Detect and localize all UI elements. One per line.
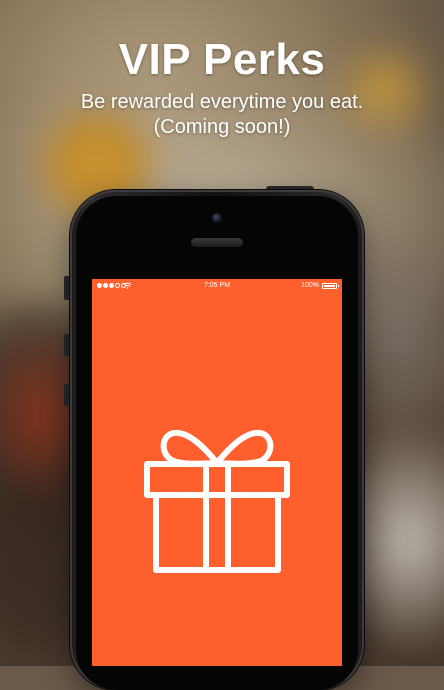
phone-camera (212, 213, 222, 223)
page-subtitle: Be rewarded everytime you eat. (Coming s… (0, 90, 444, 140)
subtitle-line-1: Be rewarded everytime you eat. (80, 91, 364, 113)
page-title: VIP Perks (118, 35, 326, 84)
subtitle-line-2: (Coming soon!) (153, 116, 291, 138)
phone-screen: 7:05 PM 100% (92, 279, 342, 666)
phone-speaker (191, 238, 243, 247)
battery-icon (322, 283, 339, 289)
battery-percentage: 100% (301, 282, 319, 289)
gift-icon (144, 429, 290, 573)
battery-fill (324, 285, 335, 287)
status-bar: 7:05 PM 100% (92, 279, 342, 293)
